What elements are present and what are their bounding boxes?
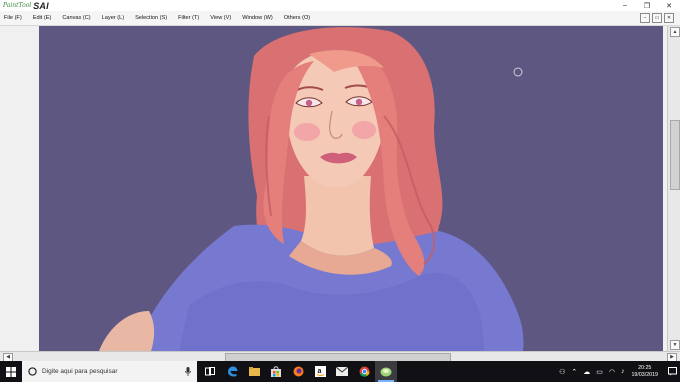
document-close-button[interactable]: ✕ <box>664 13 674 23</box>
menu-filter[interactable]: Filter (T) <box>178 15 199 21</box>
menu-view[interactable]: View (V) <box>210 15 231 21</box>
artwork <box>39 26 663 351</box>
svg-text:a: a <box>317 368 321 375</box>
volume-icon[interactable]: ♪ <box>621 368 625 375</box>
show-hidden-icons-icon[interactable]: ⌃ <box>571 368 577 376</box>
people-icon[interactable]: ⚇ <box>559 368 565 376</box>
app-logo-title: SAI <box>33 0 49 11</box>
menu-canvas[interactable]: Canvas (C) <box>62 15 90 21</box>
title-bar: PaintTool SAI – ❐ ✕ <box>0 0 680 11</box>
menu-bar: File (F) Edit (E) Canvas (C) Layer (L) S… <box>0 11 680 26</box>
battery-icon[interactable]: ▭ <box>596 368 603 376</box>
microphone-icon[interactable] <box>185 367 191 376</box>
windows-logo-icon <box>6 366 16 377</box>
document-minimize-button[interactable]: – <box>640 13 650 23</box>
drawing-canvas[interactable] <box>39 26 663 351</box>
file-explorer-icon[interactable] <box>243 361 265 382</box>
scroll-down-arrow-icon[interactable]: ▼ <box>670 340 680 350</box>
menu-layer[interactable]: Layer (L) <box>102 15 124 21</box>
clock-time: 20:25 <box>638 364 652 371</box>
cloud-icon[interactable]: ☁ <box>583 368 590 376</box>
search-placeholder: Digite aqui para pesquisar <box>42 368 118 375</box>
document-restore-button[interactable]: ▭ <box>652 13 662 23</box>
wifi-icon[interactable]: ◠ <box>609 368 615 376</box>
task-view-icon[interactable] <box>199 361 221 382</box>
system-clock[interactable]: 20:25 19/03/2019 <box>631 365 658 379</box>
vertical-scrollbar[interactable]: ▲ ▼ <box>667 26 680 351</box>
firefox-icon[interactable] <box>287 361 309 382</box>
edge-icon[interactable] <box>221 361 243 382</box>
vertical-scroll-thumb[interactable] <box>670 120 680 190</box>
scroll-up-arrow-icon[interactable]: ▲ <box>670 27 680 37</box>
taskbar-search-box[interactable]: Digite aqui para pesquisar <box>22 361 197 382</box>
windows-taskbar: Digite aqui para pesquisar a ⚇ ⌃ ☁ ▭ ◠ ♪… <box>0 361 680 382</box>
menu-others[interactable]: Others (O) <box>284 15 310 21</box>
menu-selection[interactable]: Selection (S) <box>135 15 167 21</box>
chrome-icon[interactable] <box>353 361 375 382</box>
menu-window[interactable]: Window (W) <box>242 15 272 21</box>
menu-edit[interactable]: Edit (E) <box>33 15 52 21</box>
menu-file[interactable]: File (F) <box>4 15 22 21</box>
action-center-icon[interactable] <box>664 367 680 376</box>
system-tray: ⚇ ⌃ ☁ ▭ ◠ ♪ 20:25 19/03/2019 <box>556 361 680 382</box>
mail-icon[interactable] <box>331 361 353 382</box>
app-logo: PaintTool SAI <box>3 0 49 11</box>
minimize-button[interactable]: – <box>614 0 636 11</box>
start-button[interactable] <box>0 361 22 382</box>
amazon-icon[interactable]: a <box>309 361 331 382</box>
app-logo-small-text: PaintTool <box>3 2 32 9</box>
clock-date: 19/03/2019 <box>631 371 658 378</box>
workspace-margin <box>0 26 39 351</box>
cortana-circle-icon <box>28 367 37 376</box>
store-icon[interactable] <box>265 361 287 382</box>
painttool-sai-icon[interactable] <box>375 361 397 382</box>
maximize-button[interactable]: ❐ <box>636 0 658 11</box>
close-button[interactable]: ✕ <box>658 0 680 11</box>
